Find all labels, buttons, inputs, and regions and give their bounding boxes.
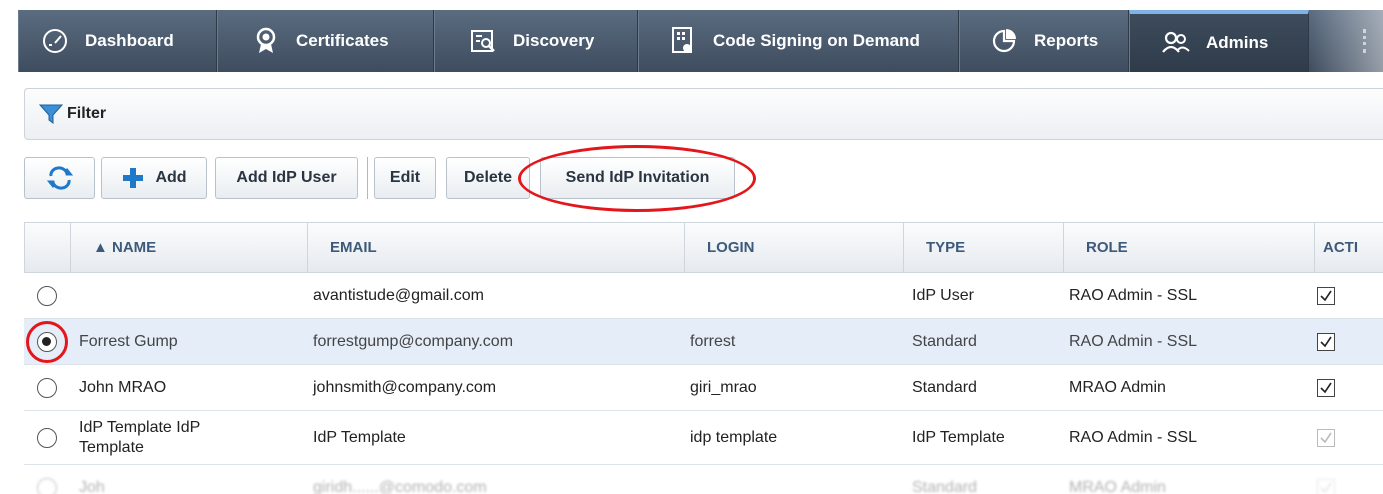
delete-label: Delete xyxy=(463,169,513,186)
cell-type: Standard xyxy=(912,478,977,494)
cell-type: IdP Template xyxy=(912,428,1005,446)
active-checkbox[interactable] xyxy=(1317,287,1335,305)
cell-email: forrestgump@company.com xyxy=(313,332,514,350)
cell-type: IdP User xyxy=(912,286,974,304)
cell-name: Forrest Gump xyxy=(79,332,178,350)
nav-overflow xyxy=(1309,10,1383,72)
toolbar-divider xyxy=(367,157,368,199)
certificate-icon xyxy=(252,27,280,55)
cell-email: johnsmith@company.com xyxy=(313,378,497,396)
column-header-name[interactable]: ▲ NAME xyxy=(70,223,307,272)
column-header-login[interactable]: LOGIN xyxy=(684,223,903,272)
row-radio[interactable] xyxy=(37,286,57,306)
refresh-icon xyxy=(46,166,73,190)
cell-name: John MRAO xyxy=(79,378,167,396)
cell-email: giridh......@comodo.com xyxy=(313,478,487,494)
row-radio[interactable] xyxy=(37,378,57,398)
highlight-annotation xyxy=(26,321,68,363)
nav-tab-code-signing[interactable]: Code Signing on Demand xyxy=(638,10,959,72)
cell-role: RAO Admin - SSL xyxy=(1069,286,1198,304)
code-signing-icon xyxy=(669,27,697,55)
settings-icon[interactable] xyxy=(1363,29,1373,53)
nav-label: Admins xyxy=(1206,33,1269,52)
nav-tab-admins[interactable]: Admins xyxy=(1129,10,1309,72)
send-idp-invitation-button[interactable]: Send IdP Invitation xyxy=(540,157,735,199)
table-row[interactable]: John MRAO johnsmith@company.com giri_mra… xyxy=(24,365,1383,411)
cell-role: RAO Admin - SSL xyxy=(1069,428,1198,446)
table-row[interactable]: IdP Template IdP Template IdP Template i… xyxy=(24,411,1383,465)
discovery-icon xyxy=(469,27,497,55)
gauge-icon xyxy=(41,27,69,55)
nav-label: Discovery xyxy=(513,31,595,50)
cell-login: forrest xyxy=(690,332,736,350)
table-header: ▲ NAME EMAIL LOGIN TYPE ROLE ACTI xyxy=(24,222,1383,273)
cell-name-line: Template xyxy=(79,438,144,456)
row-radio[interactable] xyxy=(37,428,57,448)
nav-label: Certificates xyxy=(296,31,389,50)
funnel-icon xyxy=(39,104,63,124)
column-header-active[interactable]: ACTI xyxy=(1314,223,1383,272)
active-checkbox xyxy=(1317,429,1335,447)
nav-label: Reports xyxy=(1034,31,1099,50)
active-checkbox xyxy=(1317,479,1335,494)
cell-name: Joh xyxy=(79,478,105,494)
delete-button[interactable]: Delete xyxy=(446,157,530,199)
column-header-email[interactable]: EMAIL xyxy=(307,223,684,272)
cell-role: MRAO Admin xyxy=(1069,478,1166,494)
table-row[interactable]: avantistude@gmail.com IdP User RAO Admin… xyxy=(24,273,1383,319)
send-idp-invitation-label: Send IdP Invitation xyxy=(565,169,710,186)
active-checkbox[interactable] xyxy=(1317,379,1335,397)
active-checkbox[interactable] xyxy=(1317,333,1335,351)
cell-role: MRAO Admin xyxy=(1069,378,1166,396)
cell-login: idp template xyxy=(690,428,778,446)
admins-icon xyxy=(1162,29,1190,57)
cell-login: giri_mrao xyxy=(690,378,757,396)
nav-tab-discovery[interactable]: Discovery xyxy=(434,10,638,72)
add-label: Add xyxy=(155,169,187,186)
cell-type: Standard xyxy=(912,332,977,350)
add-idp-user-button[interactable]: Add IdP User xyxy=(215,157,358,199)
cell-name-line: IdP Template IdP xyxy=(79,418,201,436)
top-nav: Dashboard Certificates Discovery Code Si… xyxy=(18,10,1383,72)
filter-label: Filter xyxy=(67,105,107,122)
table-row[interactable]: Forrest Gump forrestgump@company.com for… xyxy=(24,319,1383,365)
row-radio[interactable] xyxy=(37,478,57,494)
table-row[interactable]: Joh giridh......@comodo.com Standard MRA… xyxy=(24,465,1383,494)
select-column-header xyxy=(25,223,70,272)
column-header-type[interactable]: TYPE xyxy=(903,223,1063,272)
nav-label: Code Signing on Demand xyxy=(713,31,920,50)
cell-name: IdP Template IdP Template xyxy=(79,411,200,464)
add-idp-user-label: Add IdP User xyxy=(236,169,337,186)
nav-tab-certificates[interactable]: Certificates xyxy=(217,10,434,72)
filter-bar[interactable]: Filter xyxy=(24,88,1383,140)
refresh-button[interactable] xyxy=(24,157,95,199)
edit-button[interactable]: Edit xyxy=(374,157,436,199)
cell-email: avantistude@gmail.com xyxy=(313,286,484,304)
reports-icon xyxy=(990,27,1018,55)
nav-tab-reports[interactable]: Reports xyxy=(959,10,1129,72)
nav-label: Dashboard xyxy=(85,31,174,50)
admins-table: ▲ NAME EMAIL LOGIN TYPE ROLE ACTI avanti… xyxy=(24,222,1383,494)
add-button[interactable]: Add xyxy=(101,157,207,199)
cell-email: IdP Template xyxy=(313,428,406,446)
column-header-role[interactable]: ROLE xyxy=(1063,223,1314,272)
cell-type: Standard xyxy=(912,378,977,396)
nav-tab-dashboard[interactable]: Dashboard xyxy=(18,10,217,72)
cell-role: RAO Admin - SSL xyxy=(1069,332,1198,350)
plus-icon xyxy=(123,168,144,188)
edit-label: Edit xyxy=(389,169,421,186)
